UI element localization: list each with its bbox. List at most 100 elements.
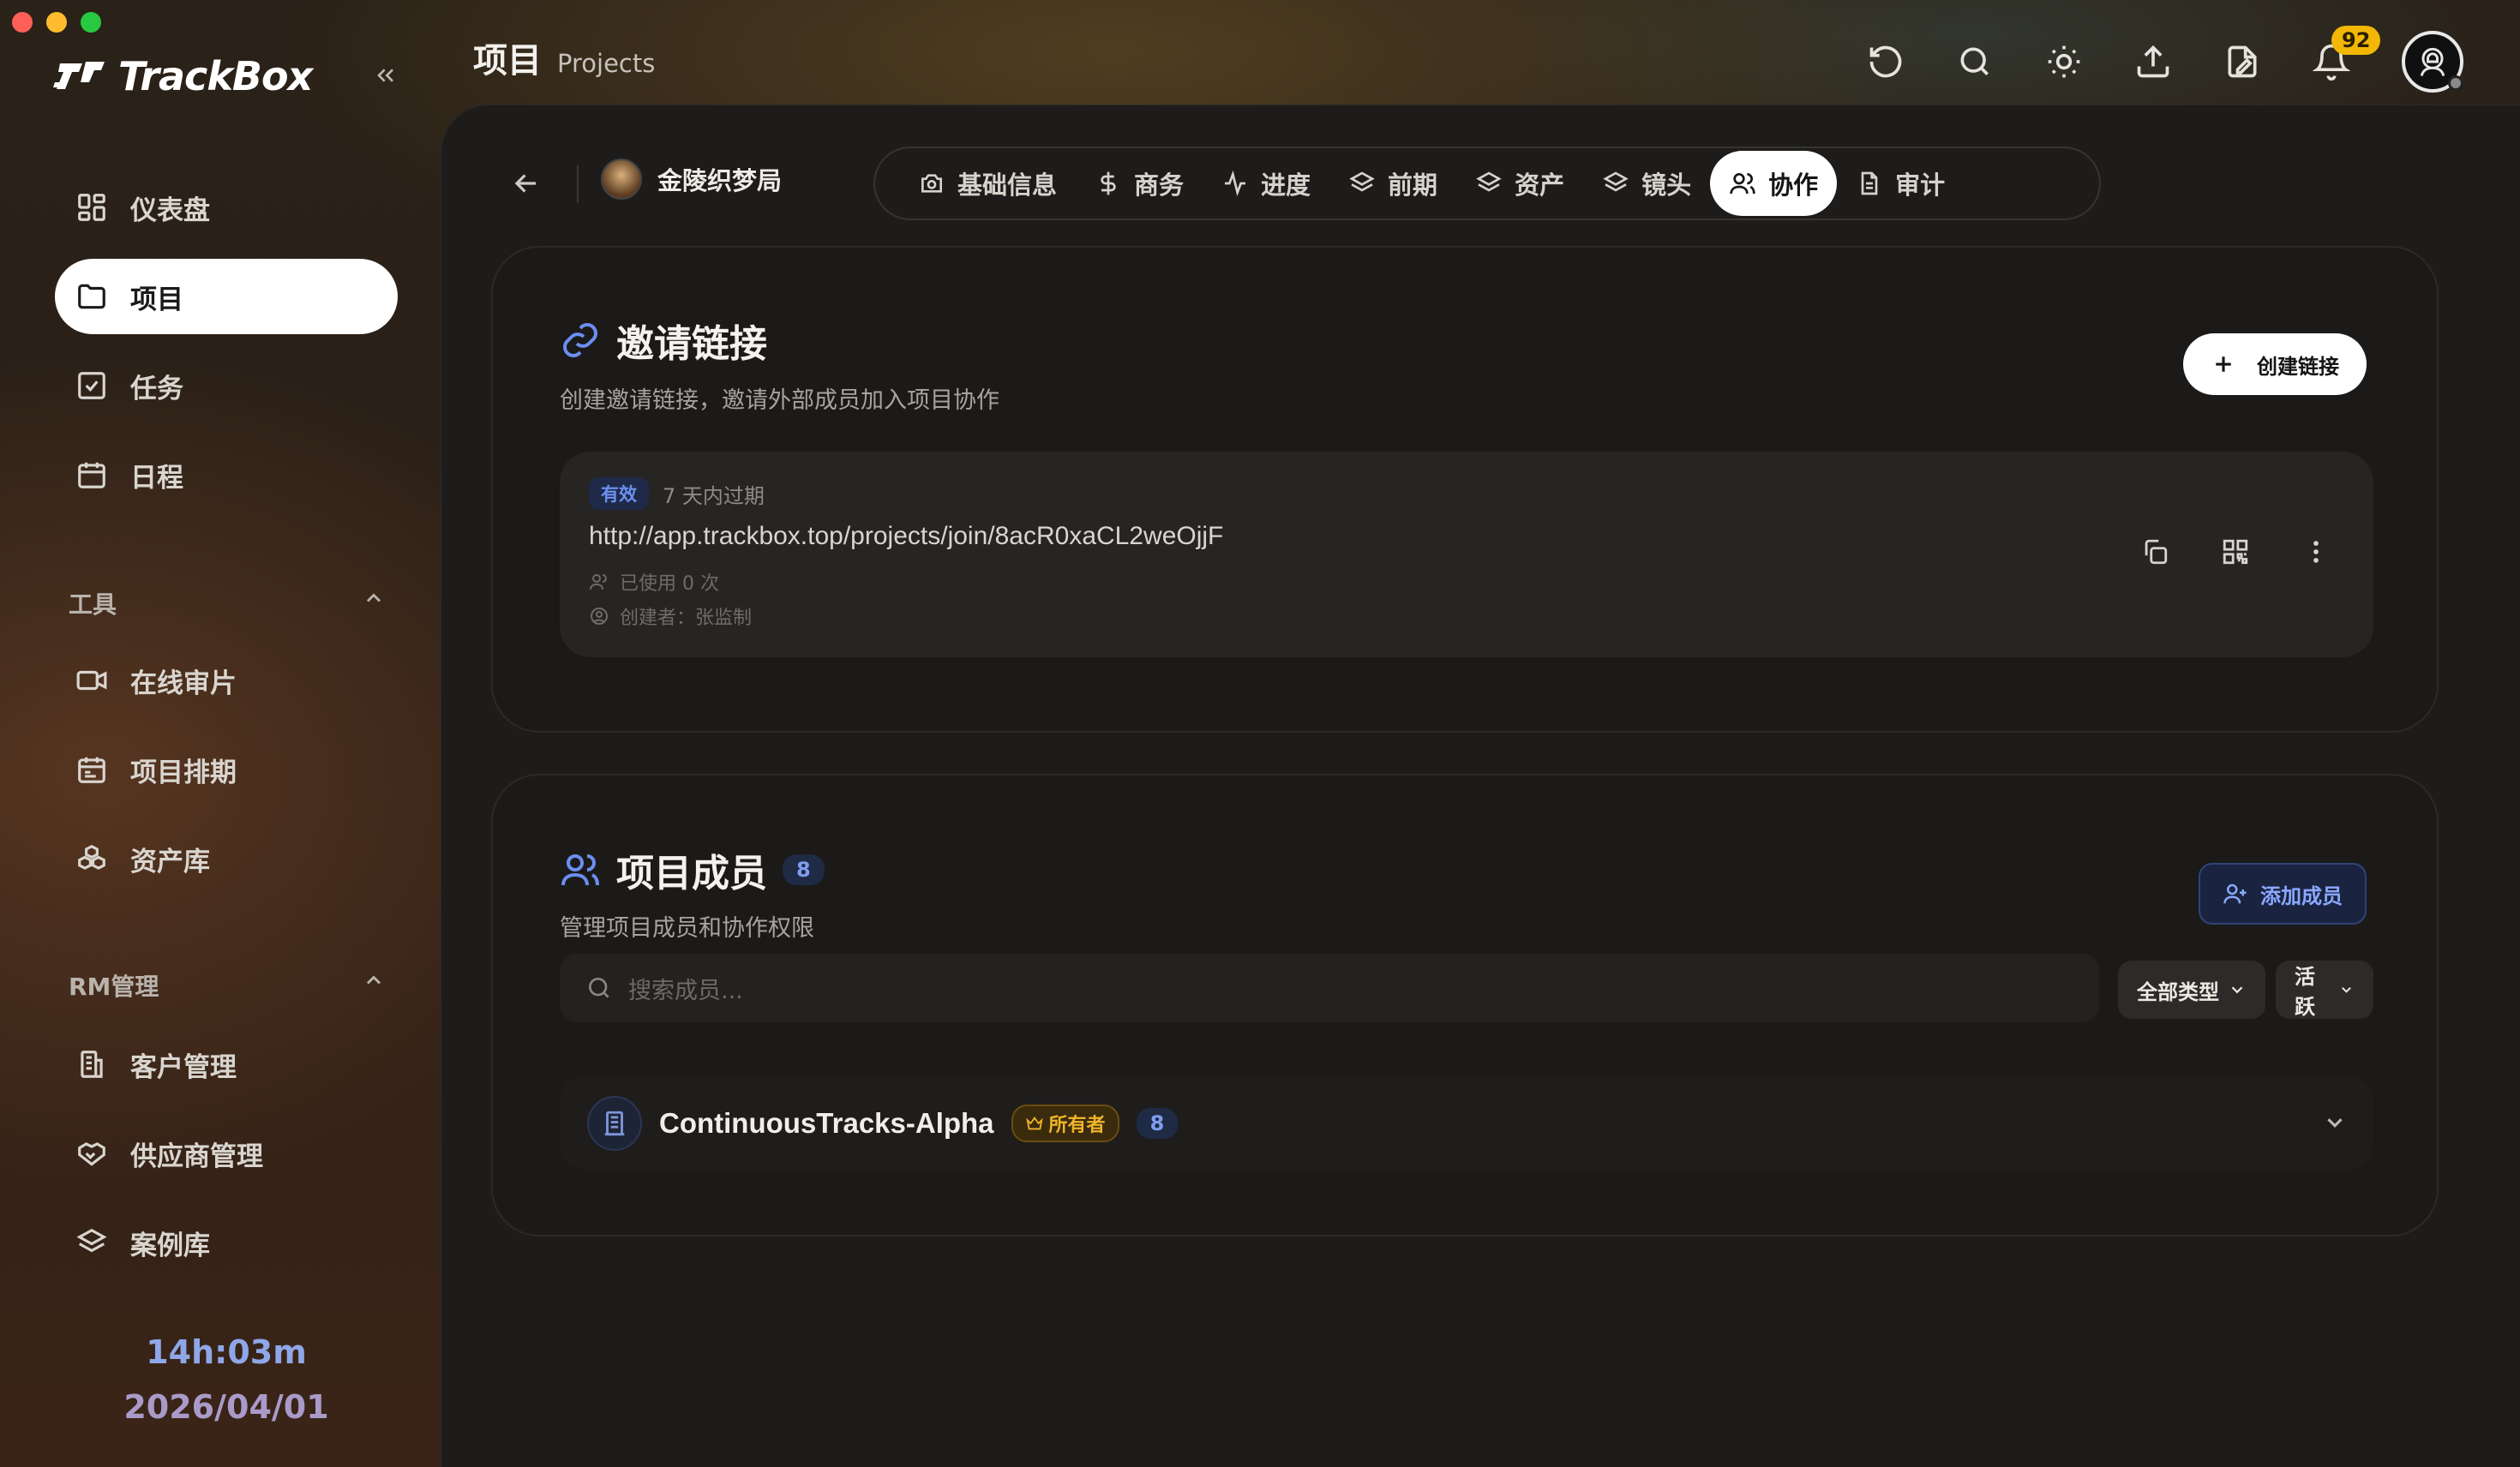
sidebar-item-clients[interactable]: 客户管理: [55, 1027, 398, 1102]
user-plus-icon: [2223, 883, 2247, 904]
dashboard-icon: [78, 194, 105, 221]
chevron-down-icon[interactable]: [2322, 1110, 2348, 1135]
chevrons-left-icon: [377, 69, 393, 82]
tab-label: 基础信息: [957, 171, 1058, 200]
creator-text: 创建者：张监制: [620, 608, 753, 629]
sun-icon: [2048, 45, 2080, 78]
project-header[interactable]: 金陵织梦局: [601, 159, 782, 200]
status-filter-dropdown[interactable]: 活跃: [2276, 961, 2373, 1019]
activity-icon: [1225, 170, 1246, 197]
sidebar-item-dashboard[interactable]: 仪表盘: [55, 170, 398, 245]
owner-role-label: 所有者: [1048, 1115, 1106, 1136]
sidebar-item-label: 任务: [130, 373, 183, 404]
sidebar-item-schedule[interactable]: 日程: [55, 437, 398, 512]
more-vertical-icon[interactable]: [2301, 537, 2331, 566]
tab-basic-info[interactable]: 基础信息: [899, 151, 1076, 216]
tab-preproduction[interactable]: 前期: [1329, 151, 1456, 216]
members-card-title: 项目成员 8: [560, 842, 825, 897]
upload-button[interactable]: [2134, 43, 2172, 81]
invite-link-actions: [2140, 537, 2331, 566]
file-icon: [1861, 171, 1878, 195]
copy-icon[interactable]: [2140, 537, 2169, 566]
document-edit-button[interactable]: [2223, 43, 2261, 81]
tab-label: 镜头: [1641, 171, 1692, 200]
members-subtitle: 管理项目成员和协作权限: [560, 915, 814, 942]
member-group-row[interactable]: ContinuousTracks-Alpha 所有者 8: [560, 1077, 2373, 1170]
trackbox-logo-icon: [53, 62, 105, 89]
sidebar-item-projects[interactable]: 项目: [55, 259, 398, 334]
sidebar-item-tasks[interactable]: 任务: [55, 348, 398, 423]
clock-date: 2026/04/01: [123, 1388, 329, 1426]
sidebar-item-label: 客户管理: [130, 1051, 237, 1083]
sidebar-item-review[interactable]: 在线审片: [55, 643, 398, 718]
tools-section-label: 工具: [69, 590, 117, 619]
tab-label: 审计: [1895, 171, 1946, 200]
rm-section-label: RM管理: [69, 973, 159, 1001]
add-member-button[interactable]: 添加成员: [2199, 863, 2367, 925]
search-icon: [1960, 47, 1989, 75]
rm-section-header[interactable]: RM管理: [69, 968, 386, 1003]
collapse-sidebar-button[interactable]: [372, 62, 399, 93]
app-logo[interactable]: TrackBox: [53, 53, 313, 99]
checkbox-icon: [78, 372, 105, 399]
tab-assets[interactable]: 资产: [1456, 151, 1583, 216]
sidebar-item-project-schedule[interactable]: 项目排期: [55, 732, 398, 807]
sidebar-item-label: 项目排期: [130, 757, 237, 788]
tab-business[interactable]: 商务: [1076, 151, 1203, 216]
member-search-input[interactable]: 搜索成员...: [560, 954, 2099, 1022]
refresh-button[interactable]: [1867, 43, 1905, 81]
tab-shots[interactable]: 镜头: [1583, 151, 1710, 216]
status-filter-value: 活跃: [2295, 965, 2315, 1019]
create-link-button[interactable]: 创建链接: [2183, 333, 2367, 395]
user-circle-icon: [591, 608, 608, 625]
type-filter-dropdown[interactable]: 全部类型: [2118, 961, 2265, 1019]
notifications-button[interactable]: 92: [2312, 26, 2381, 81]
project-tabs: 基础信息 商务 进度 前期 资产 镜头 协作 审计: [873, 147, 2101, 220]
qr-code-icon[interactable]: [2221, 537, 2250, 566]
tab-collaboration[interactable]: 协作: [1710, 151, 1838, 216]
search-button[interactable]: [1956, 43, 1994, 81]
refresh-icon: [1869, 45, 1902, 78]
members-title-text: 项目成员: [616, 852, 767, 895]
invite-link-item: 有效 7 天内过期 http://app.trackbox.top/projec…: [560, 452, 2373, 657]
users-icon: [590, 574, 607, 590]
page-title-en: Projects: [557, 49, 656, 78]
layers-icon: [1476, 171, 1502, 192]
usage-count: 已使用 0 次: [589, 568, 719, 596]
search-placeholder: 搜索成员...: [628, 977, 743, 1004]
sidebar-item-label: 在线审片: [130, 668, 237, 699]
tab-progress[interactable]: 进度: [1203, 151, 1329, 216]
organization-name: ContinuousTracks-Alpha: [659, 1107, 994, 1139]
tab-label: 商务: [1134, 171, 1185, 200]
member-search-row: 搜索成员... 全部类型 活跃: [560, 954, 2373, 1022]
divider: [577, 165, 579, 203]
building-icon: [604, 1111, 625, 1136]
sidebar: TrackBox 仪表盘 项目 任务 日程 工具 在线审片 项目排期 资产库 R…: [0, 0, 441, 1467]
calendar-icon: [78, 462, 105, 488]
tab-audit[interactable]: 审计: [1837, 151, 1964, 216]
tools-section-header[interactable]: 工具: [69, 586, 386, 620]
invite-link-status-row: 有效 7 天内过期: [589, 477, 765, 510]
theme-toggle-button[interactable]: [2045, 43, 2083, 81]
tab-label: 资产: [1515, 171, 1565, 200]
sidebar-item-suppliers[interactable]: 供应商管理: [55, 1116, 398, 1191]
member-count-badge: 8: [783, 854, 825, 885]
sidebar-item-asset-library[interactable]: 资产库: [55, 821, 398, 896]
plus-icon: [2216, 356, 2231, 372]
layers-icon: [1603, 171, 1629, 192]
app-name: TrackBox: [118, 53, 313, 99]
invite-subtitle: 创建邀请链接，邀请外部成员加入项目协作: [560, 387, 999, 414]
back-arrow-icon[interactable]: [510, 167, 543, 200]
crown-icon: [1025, 1117, 1043, 1130]
project-name: 金陵织梦局: [657, 166, 783, 195]
chevron-up-icon: [366, 975, 381, 985]
status-badge: 有效: [589, 477, 649, 510]
user-avatar[interactable]: [2402, 31, 2463, 93]
notification-badge: 92: [2331, 26, 2381, 55]
clock-time: 14h:03m: [146, 1333, 307, 1371]
expiry-text: 7 天内过期: [663, 483, 765, 508]
tab-label: 协作: [1768, 171, 1819, 200]
project-avatar: [601, 159, 642, 200]
sidebar-item-case-library[interactable]: 案例库: [55, 1205, 398, 1280]
invite-url[interactable]: http://app.trackbox.top/projects/join/8a…: [589, 522, 1223, 551]
